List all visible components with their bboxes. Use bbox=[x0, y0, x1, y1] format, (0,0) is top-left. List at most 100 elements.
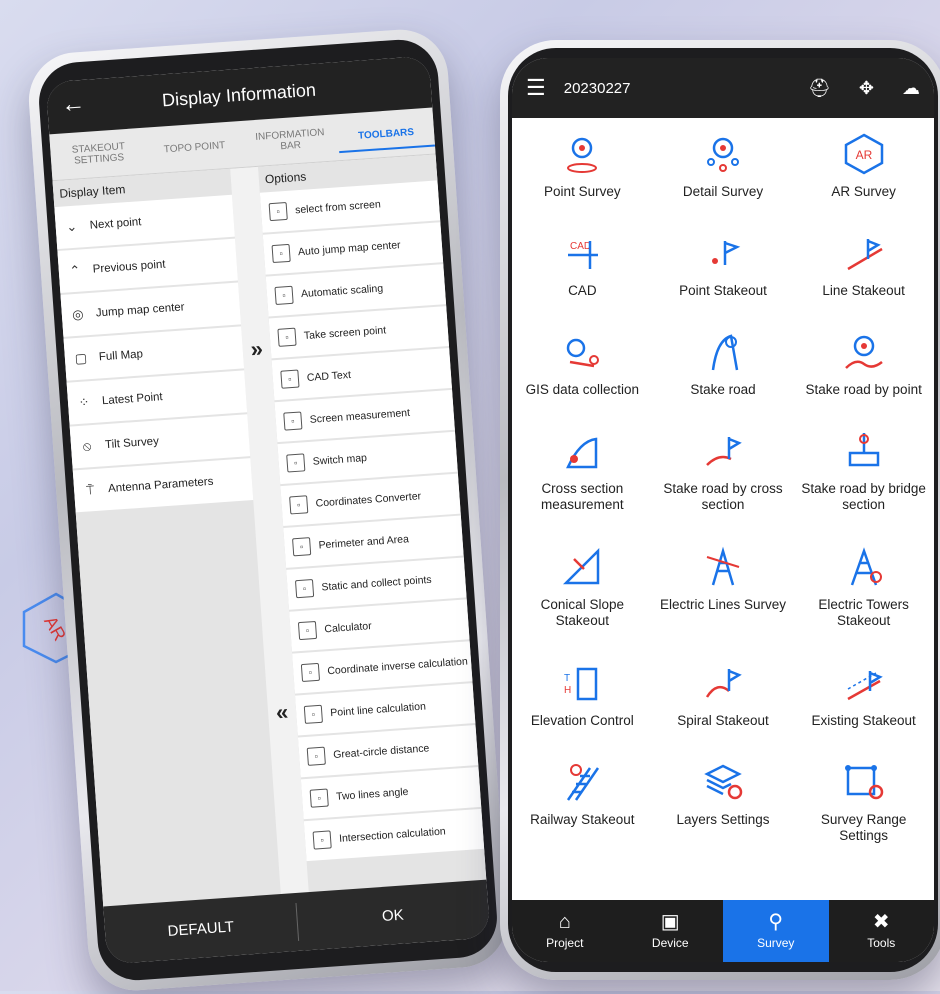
survey-item-label: Survey Range Settings bbox=[820, 812, 907, 843]
display-item-label: Latest Point bbox=[101, 391, 164, 408]
option-icon: ▫ bbox=[271, 243, 291, 264]
tab-toolbars[interactable]: TOOLBARS bbox=[337, 125, 436, 153]
survey-item-label: Existing Stakeout bbox=[811, 713, 916, 728]
menu-icon[interactable]: ☰ bbox=[526, 75, 546, 101]
survey-item-cad[interactable]: CAD CAD bbox=[512, 231, 653, 330]
display-item-label: Tilt Survey bbox=[104, 435, 160, 452]
survey-item-stake-road-by-bridge-section[interactable]: Stake road by bridge section bbox=[793, 429, 934, 545]
option-label: Great-circle distance bbox=[332, 742, 430, 762]
survey-item-conical-slope-stakeout[interactable]: Conical Slope Stakeout bbox=[512, 545, 653, 661]
survey-screen: ☰ 20230227 ⛑ ✥ ☁ Point Survey Detail Surv… bbox=[512, 58, 934, 962]
option-label: Take screen point bbox=[303, 324, 387, 343]
remove-arrow-icon[interactable]: « bbox=[275, 699, 289, 726]
survey-item-survey-range-settings[interactable]: Survey Range Settings bbox=[793, 760, 934, 859]
survey-item-label: Stake road by point bbox=[805, 382, 922, 397]
survey-range-settings-icon bbox=[842, 760, 886, 804]
elevation-control-icon: TH bbox=[560, 661, 604, 705]
svg-text:AR: AR bbox=[855, 148, 872, 162]
stake-road-by-cross-section-icon bbox=[701, 429, 745, 473]
tab-topo-point[interactable]: TOPO POINT bbox=[146, 138, 243, 156]
right-phone: ☰ 20230227 ⛑ ✥ ☁ Point Survey Detail Surv… bbox=[500, 40, 940, 980]
electric-lines-survey-icon bbox=[701, 545, 745, 589]
survey-item-label: Layers Settings bbox=[676, 812, 770, 827]
survey-item-stake-road-by-cross-section[interactable]: Stake road by cross section bbox=[653, 429, 794, 545]
survey-item-electric-towers-stakeout[interactable]: Electric Towers Stakeout bbox=[793, 545, 934, 661]
svg-text:T: T bbox=[564, 673, 570, 684]
survey-item-point-survey[interactable]: Point Survey bbox=[512, 132, 653, 231]
survey-item-label: AR Survey bbox=[831, 184, 896, 199]
survey-item-existing-stakeout[interactable]: Existing Stakeout bbox=[793, 661, 934, 760]
survey-item-cross-section-measurement[interactable]: Cross section measurement bbox=[512, 429, 653, 545]
point-stakeout-icon bbox=[701, 231, 745, 275]
nav-device[interactable]: ▣ Device bbox=[618, 900, 724, 962]
tab-stakeout-settings[interactable]: STAKEOUT SETTINGS bbox=[50, 140, 147, 169]
survey-item-label: Conical Slope Stakeout bbox=[540, 597, 624, 628]
survey-item-stake-road[interactable]: Stake road bbox=[653, 330, 794, 429]
survey-item-line-stakeout[interactable]: Line Stakeout bbox=[793, 231, 934, 330]
display-information-screen: ← Display Information STAKEOUT SETTINGS … bbox=[45, 55, 491, 965]
option-label: Calculator bbox=[324, 620, 373, 636]
cloud-icon[interactable]: ☁ bbox=[902, 78, 920, 99]
survey-item-ar-survey[interactable]: AR AR Survey bbox=[793, 132, 934, 231]
survey-item-elevation-control[interactable]: T H Elevation Control bbox=[512, 661, 653, 760]
nav-survey[interactable]: ⚲ Survey bbox=[723, 900, 829, 962]
survey-item-electric-lines-survey[interactable]: Electric Lines Survey bbox=[653, 545, 794, 661]
survey-item-label: Stake road bbox=[690, 382, 756, 397]
stake-road-by-bridge-section-icon bbox=[842, 429, 886, 473]
cross-section-measurement-icon bbox=[560, 429, 604, 473]
survey-item-spiral-stakeout[interactable]: Spiral Stakeout bbox=[653, 661, 794, 760]
display-item-label: Jump map center bbox=[95, 301, 185, 320]
existing-stakeout-icon bbox=[842, 661, 886, 705]
full-map-icon: ▢ bbox=[74, 350, 88, 367]
add-arrow-icon[interactable]: » bbox=[250, 336, 264, 363]
satellite-icon[interactable]: ✥ bbox=[859, 78, 874, 99]
survey-item-gis-data-collection[interactable]: GIS data collection bbox=[512, 330, 653, 429]
survey-item-label: Railway Stakeout bbox=[530, 812, 635, 827]
survey-item-label: Point Survey bbox=[544, 184, 621, 199]
survey-item-detail-survey[interactable]: Detail Survey bbox=[653, 132, 794, 231]
survey-item-label: Stake road by bridge section bbox=[801, 481, 926, 512]
option-icon: ▫ bbox=[306, 746, 326, 766]
survey-item-label: Electric Lines Survey bbox=[659, 597, 787, 612]
project-date: 20230227 bbox=[563, 79, 631, 97]
back-arrow-icon[interactable]: ← bbox=[60, 90, 86, 120]
nav-project[interactable]: ⌂ Project bbox=[512, 900, 618, 962]
option-icon: ▫ bbox=[277, 327, 297, 347]
previous-point-icon: ⌃ bbox=[68, 262, 81, 279]
nav-label: Device bbox=[651, 936, 689, 950]
receiver-icon[interactable]: ⛑ bbox=[808, 78, 831, 99]
survey-item-railway-stakeout[interactable]: Railway Stakeout bbox=[512, 760, 653, 859]
survey-item-label: Stake road by cross section bbox=[663, 481, 783, 512]
home-icon: ⌂ bbox=[558, 911, 571, 933]
location-pin-icon: ⚲ bbox=[768, 911, 784, 933]
next-point-icon: ⌄ bbox=[65, 218, 78, 235]
option-icon: ▫ bbox=[286, 453, 306, 473]
option-icon: ▫ bbox=[292, 537, 312, 557]
survey-item-label: Elevation Control bbox=[530, 713, 634, 728]
option-icon: ▫ bbox=[289, 495, 309, 515]
option-label: Two lines angle bbox=[335, 785, 409, 803]
survey-item-stake-road-by-point[interactable]: Stake road by point bbox=[793, 330, 934, 429]
survey-item-label: CAD bbox=[568, 283, 597, 298]
survey-function-grid: Point Survey Detail Survey AR AR Survey CAD C… bbox=[512, 118, 934, 859]
option-label: Intersection calculation bbox=[338, 825, 447, 845]
nav-tools[interactable]: ✖ Tools bbox=[829, 900, 935, 962]
nav-label: Tools bbox=[867, 936, 896, 950]
survey-item-point-stakeout[interactable]: Point Stakeout bbox=[653, 231, 794, 330]
option-icon: ▫ bbox=[274, 285, 294, 305]
tab-information-bar[interactable]: INFORMATION BAR bbox=[242, 126, 339, 155]
option-label: Coordinates Converter bbox=[315, 490, 422, 510]
antenna-parameters-icon: ⍑ bbox=[85, 482, 95, 498]
nav-label: Project bbox=[546, 936, 584, 950]
tools-icon: ✖ bbox=[872, 911, 890, 933]
survey-header: ☰ 20230227 ⛑ ✥ ☁ bbox=[512, 58, 934, 118]
display-item-label: Antenna Parameters bbox=[107, 475, 214, 496]
option-icon: ▫ bbox=[297, 620, 318, 641]
svg-text:CAD: CAD bbox=[570, 241, 591, 252]
survey-item-label: Electric Towers Stakeout bbox=[818, 597, 909, 628]
line-stakeout-icon bbox=[842, 231, 886, 275]
survey-item-layers-settings[interactable]: Layers Settings bbox=[653, 760, 794, 859]
gis-data-collection-icon bbox=[560, 330, 604, 374]
detail-survey-icon bbox=[701, 132, 745, 176]
survey-item-label: GIS data collection bbox=[525, 382, 639, 397]
